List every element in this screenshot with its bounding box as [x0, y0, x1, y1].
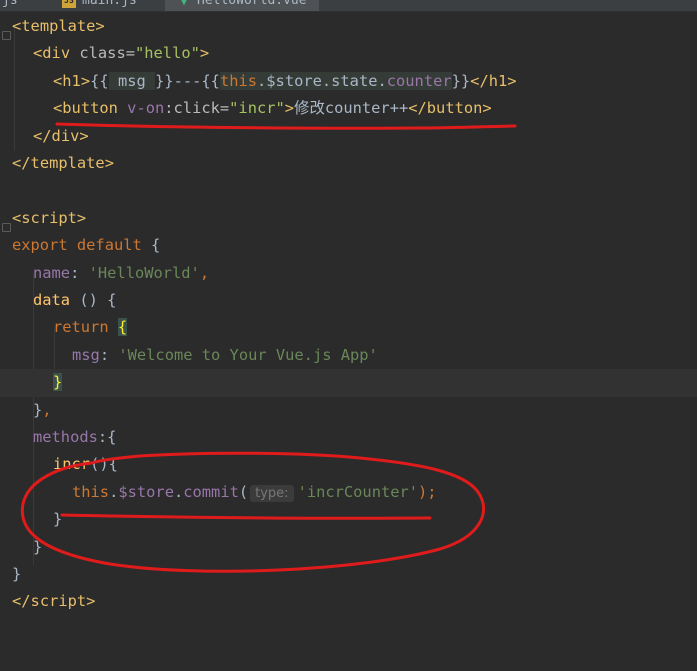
code-line-3: <h1>{{ msg }}---{{this.$store.state.coun…	[53, 71, 517, 90]
matched-brace: }	[53, 373, 63, 392]
code-line-22: </script>	[12, 592, 96, 611]
code-line-10: name: 'HelloWorld',	[33, 263, 210, 282]
vue-file-icon: ▼	[180, 0, 188, 8]
code-line-20: }	[33, 537, 43, 556]
code-line-2: <div class="hello">	[33, 44, 210, 63]
code-line-15: },	[33, 400, 52, 419]
button-text: 修改counter++	[294, 99, 409, 118]
code-line-17: incr(){	[53, 455, 118, 474]
code-line-1: <template>	[12, 17, 105, 35]
tab-main-js[interactable]: JS main.js	[62, 0, 137, 11]
code-line-18: this.$store.commit(type:'incrCounter');	[72, 482, 437, 502]
code-line-5: </div>	[33, 126, 89, 145]
tab-js[interactable]: js	[2, 0, 18, 11]
template-var-msg: msg	[117, 71, 146, 90]
code-line-11: data () {	[33, 291, 117, 309]
code-line-13: msg: 'Welcome to Your Vue.js App'	[72, 345, 378, 364]
tab-helloworld-vue[interactable]: ▼ HelloWorld.vue	[165, 0, 319, 11]
code-line-21: }	[12, 565, 22, 583]
matched-brace: {	[117, 318, 128, 337]
code-line-9: export default {	[12, 236, 161, 255]
code-line-6: </template>	[12, 154, 114, 172]
parameter-hint: type:	[250, 484, 294, 502]
code-line-12: return {	[53, 318, 128, 337]
tag-script: script	[21, 208, 77, 227]
tag-template: template	[21, 17, 96, 35]
tab-js-label: js	[2, 0, 18, 8]
code-line-16: methods:{	[33, 428, 117, 446]
code-line-4: <button v-on:click="incr">修改counter++</b…	[53, 99, 492, 118]
js-file-icon: JS	[62, 0, 76, 8]
code-line-14: }	[0, 369, 697, 397]
tab-main-js-label: main.js	[82, 0, 137, 8]
tab-helloworld-vue-label: HelloWorld.vue	[197, 0, 307, 8]
code-line-8: <script>	[12, 208, 87, 227]
code-editor[interactable]: <template> <div class="hello"> <h1>{{ ms…	[0, 11, 697, 627]
code-line-19: }	[53, 510, 63, 529]
